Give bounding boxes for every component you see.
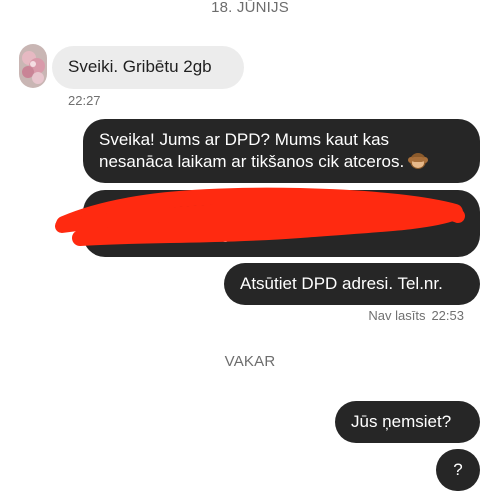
outgoing-message-2[interactable]: ā ar DPD 11.80 € [83,190,480,257]
incoming-message-text: Sveiki. Gribētu 2gb [68,57,212,76]
avatar-image [19,44,47,88]
outgoing-message-4[interactable]: Jūs ņemsiet? [335,401,480,443]
date-separator-vakar: VAKAR [224,353,276,370]
outgoing-message-3[interactable]: Atsūtiet DPD adresi. Tel.nr. [224,263,480,305]
outgoing-message-5-text: ? [453,460,463,479]
outgoing-message-5[interactable]: ? [436,449,480,491]
outgoing-message-1-line1: Sveika! Jums ar DPD? Mums kaut kas [99,130,390,149]
outgoing-message-4-text: Jūs ņemsiet? [351,412,452,431]
outgoing-message-1-line2: nesanāca laikam ar tikšanos cik atceros. [99,152,405,171]
outgoing-message-1[interactable]: Sveika! Jums ar DPD? Mums kaut kas nesan… [83,119,480,183]
outgoing-message-3-text: Atsūtiet DPD adresi. Tel.nr. [240,274,443,293]
see-no-evil-monkey-icon [408,153,429,169]
incoming-message[interactable]: Sveiki. Gribētu 2gb [52,46,244,89]
outgoing-message-1-line2-wrap: nesanāca laikam ar tikšanos cik atceros. [99,151,464,173]
read-status-time: 22:53 [431,308,464,323]
incoming-message-time: 22:27 [68,93,101,108]
read-status-label: Nav lasīts [368,308,426,323]
outgoing-message-2-visible-text: ā ar DPD 11.80 € [99,227,230,246]
date-separator-top: 18. JŪNIJS [211,0,289,16]
avatar[interactable] [19,44,47,88]
message-status: Nav lasīts 22:53 [368,308,464,323]
